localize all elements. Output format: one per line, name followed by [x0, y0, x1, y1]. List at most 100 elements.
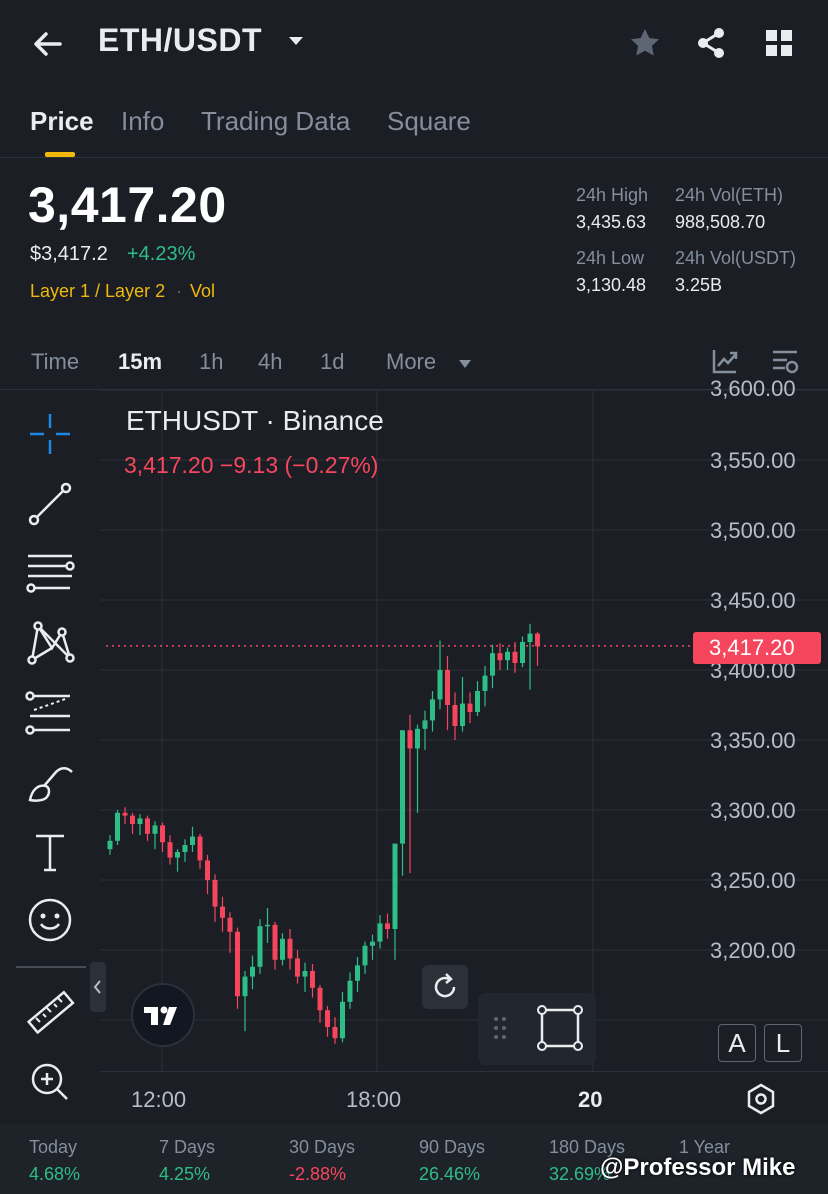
category-tag-layer[interactable]: Layer 1 / Layer 2: [30, 281, 165, 302]
watermark-text: @Professor Mike: [600, 1154, 796, 1181]
interval-1d[interactable]: 1d: [320, 349, 344, 375]
horizontal-lines-icon[interactable]: [22, 546, 78, 602]
candle-body: [310, 971, 315, 988]
interval-time[interactable]: Time: [31, 349, 79, 375]
interval-more[interactable]: More: [386, 349, 436, 375]
indicator-chart-icon[interactable]: [710, 346, 740, 376]
stat-low-value: 3,130.48: [576, 275, 647, 295]
candle-body: [242, 976, 248, 997]
interval-15m[interactable]: 15m: [118, 349, 162, 375]
y-axis-label: 3,350.00: [710, 728, 796, 753]
tab-square[interactable]: Square: [387, 106, 471, 137]
collapse-toolbar-handle[interactable]: [90, 962, 106, 1012]
selection-tool-icon[interactable]: [478, 993, 596, 1065]
candle-body: [362, 945, 368, 966]
candle-body: [347, 980, 353, 1002]
candle-body: [445, 670, 450, 705]
candle-body: [167, 842, 173, 858]
emoji-icon[interactable]: [22, 892, 78, 948]
y-axis-label: 3,200.00: [710, 938, 796, 963]
last-price: 3,417.20: [28, 177, 227, 233]
candle-body: [145, 818, 150, 834]
chart-settings-icon[interactable]: [770, 346, 800, 376]
y-axis-label: 3,600.00: [710, 376, 796, 401]
candle-body: [497, 653, 503, 661]
candle-body: [437, 670, 443, 700]
candle-body: [182, 845, 188, 852]
candle-body: [175, 852, 180, 858]
category-tag-vol[interactable]: Vol: [190, 281, 215, 302]
log-scale-button[interactable]: L: [764, 1024, 802, 1062]
candle-body: [385, 923, 390, 929]
candle-body: [152, 825, 158, 834]
stat-vol-eth-label: 24h Vol(ETH): [675, 185, 784, 205]
candle-body: [205, 860, 210, 880]
grid-menu-icon[interactable]: [762, 26, 796, 60]
brush-icon[interactable]: [22, 756, 78, 812]
candle-body: [317, 987, 323, 1011]
candle-body: [272, 924, 278, 960]
candle-body: [325, 1010, 330, 1027]
chart-title: ETHUSDT · Binance: [126, 405, 384, 436]
perf-label-7d: 7 Days: [159, 1137, 216, 1157]
candle-body: [302, 971, 308, 977]
interval-4h[interactable]: 4h: [258, 349, 282, 375]
candle-body: [482, 675, 488, 691]
candle-body: [212, 880, 218, 907]
pair-title[interactable]: ETH/USDT: [98, 22, 262, 59]
interval-1h[interactable]: 1h: [199, 349, 223, 375]
candle-body: [340, 1001, 345, 1039]
candle-body: [137, 818, 143, 824]
fib-retracement-icon[interactable]: [22, 686, 78, 742]
candle-body: [355, 965, 360, 981]
zoom-in-icon[interactable]: [22, 1054, 78, 1110]
tab-trading-data[interactable]: Trading Data: [201, 106, 350, 137]
tab-price[interactable]: Price: [30, 106, 94, 137]
crosshair-icon[interactable]: [22, 406, 78, 462]
stat-high-label: 24h High: [576, 185, 649, 205]
stat-high-value: 3,435.63: [576, 212, 647, 232]
stat-vol-eth-value: 988,508.70: [675, 212, 766, 232]
candle-body: [407, 730, 413, 749]
tradingview-logo[interactable]: [131, 983, 195, 1047]
perf-value-today: 4.68%: [29, 1164, 81, 1184]
chart-settings-hex-icon[interactable]: [744, 1082, 778, 1116]
back-arrow-icon[interactable]: [28, 24, 68, 64]
tools-divider: [16, 966, 86, 968]
candle-body: [250, 966, 255, 977]
candle-body: [460, 703, 465, 726]
candle-body: [415, 728, 420, 749]
auto-scale-button[interactable]: A: [718, 1024, 756, 1062]
candle-body: [227, 917, 233, 932]
tag-separator-dot: ·: [176, 281, 182, 301]
perf-value-30d: -2.88%: [289, 1164, 347, 1184]
favorite-star-icon[interactable]: [628, 26, 662, 60]
chart-ohlc-readout: 3,417.20 −9.13 (−0.27%): [124, 452, 379, 478]
pattern-tool-icon[interactable]: [22, 614, 78, 670]
candle-body: [490, 653, 495, 676]
candle-body: [115, 812, 120, 841]
reset-chart-icon[interactable]: [422, 965, 468, 1009]
candle-body: [527, 633, 533, 642]
ruler-icon[interactable]: [22, 986, 78, 1042]
tabs-divider: [0, 157, 828, 158]
more-caret-icon[interactable]: [458, 356, 472, 368]
candle-body: [197, 836, 203, 861]
candle-body: [295, 958, 300, 977]
candle-body: [377, 923, 383, 942]
x-axis-label: 20: [578, 1087, 603, 1112]
share-icon[interactable]: [694, 26, 728, 60]
candle-body: [160, 825, 165, 843]
x-axis-line: [100, 1071, 828, 1072]
candle-body: [280, 938, 285, 960]
candle-body: [122, 812, 128, 816]
text-tool-icon[interactable]: [22, 824, 78, 880]
tab-info[interactable]: Info: [121, 106, 164, 137]
y-axis-label: 3,450.00: [710, 588, 796, 613]
candle-body: [370, 941, 375, 946]
candle-body: [475, 691, 480, 712]
candle-body: [130, 815, 135, 824]
candle-body: [535, 633, 540, 647]
pair-dropdown-caret-icon[interactable]: [288, 34, 304, 46]
trend-line-icon[interactable]: [22, 476, 78, 532]
